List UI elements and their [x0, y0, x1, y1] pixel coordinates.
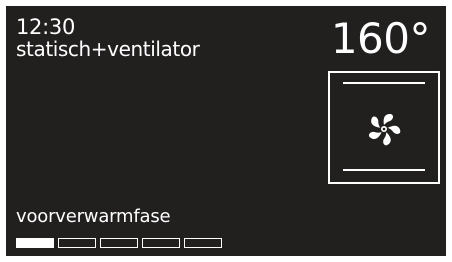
- oven-mode-indicator: [328, 71, 440, 184]
- progress-segment: [16, 238, 54, 248]
- program-name: statisch+ventilator: [16, 37, 200, 61]
- progress-segment: [58, 238, 96, 248]
- progress-segment: [142, 238, 180, 248]
- fan-icon: [368, 114, 401, 146]
- progress-segment: [100, 238, 138, 248]
- bottom-heating-element: [343, 169, 425, 171]
- phase-label: voorverwarmfase: [16, 206, 171, 227]
- temperature-readout: 160°: [330, 14, 431, 63]
- clock-time: 12:30: [16, 15, 76, 39]
- progress-segment: [184, 238, 222, 248]
- top-heating-element: [343, 82, 425, 84]
- oven-display: 12:30 statisch+ventilator 160° voorverwa…: [6, 6, 446, 256]
